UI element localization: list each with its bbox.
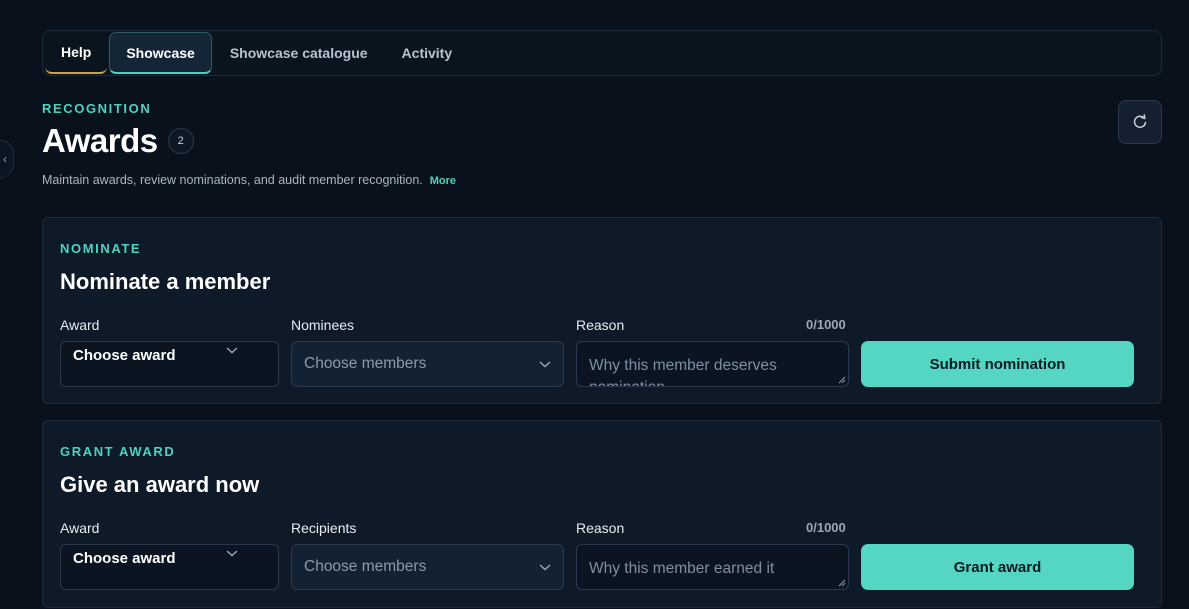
nominees-placeholder: Choose members <box>304 355 427 372</box>
nominate-award-label: Award <box>60 317 100 333</box>
nominate-eyebrow: NOMINATE <box>60 241 142 256</box>
grant-title: Give an award now <box>60 472 260 497</box>
nominees-select[interactable]: Choose members <box>291 341 564 387</box>
page-title: Awards <box>42 122 158 159</box>
chevron-left-icon: ‹ <box>3 152 7 166</box>
recipients-select[interactable]: Choose members <box>291 544 564 590</box>
grant-award-value: Choose award <box>73 550 176 567</box>
tab-showcase-catalogue[interactable]: Showcase catalogue <box>214 32 384 74</box>
nominees-label: Nominees <box>291 317 355 333</box>
sidebar-collapse-handle[interactable]: ‹ <box>0 140 14 178</box>
page-eyebrow: RECOGNITION <box>42 101 152 116</box>
grant-reason-textarea[interactable]: Why this member earned it <box>576 544 849 590</box>
page-title-row: Awards 2 <box>42 122 194 160</box>
grant-eyebrow: GRANT AWARD <box>60 444 176 459</box>
nominate-reason-placeholder: Why this member deserves nomination <box>589 357 777 386</box>
tab-help[interactable]: Help <box>45 32 108 74</box>
nominate-award-value: Choose award <box>73 347 176 364</box>
grant-award-card: GRANT AWARD Give an award now Award Reci… <box>42 420 1162 608</box>
resize-grip-icon[interactable] <box>838 579 846 587</box>
tab-activity[interactable]: Activity <box>386 32 469 74</box>
recipients-placeholder: Choose members <box>304 558 427 575</box>
recipients-label: Recipients <box>291 520 357 536</box>
submit-nomination-button[interactable]: Submit nomination <box>861 341 1134 387</box>
page-description: Maintain awards, review nominations, and… <box>42 173 423 187</box>
tab-showcase[interactable]: Showcase <box>109 32 212 74</box>
nominate-reason-counter: 0/1000 <box>806 317 846 332</box>
chevron-down-icon <box>226 347 238 354</box>
refresh-icon <box>1133 114 1147 128</box>
grant-reason-counter: 0/1000 <box>806 520 846 535</box>
more-link[interactable]: More <box>430 175 456 187</box>
nominate-card: NOMINATE Nominate a member Award Nominee… <box>42 217 1162 404</box>
resize-grip-icon[interactable] <box>838 376 846 384</box>
chevron-down-icon <box>226 550 238 557</box>
tab-bar: Help Showcase Showcase catalogue Activit… <box>42 30 1162 76</box>
nominate-reason-label: Reason <box>576 317 625 333</box>
page-subtitle: Maintain awards, review nominations, and… <box>42 173 456 187</box>
grant-award-select[interactable]: Choose award <box>60 544 279 590</box>
count-badge: 2 <box>167 128 194 154</box>
grant-award-button[interactable]: Grant award <box>861 544 1134 590</box>
nominate-reason-textarea[interactable]: Why this member deserves nomination <box>576 341 849 387</box>
chevron-down-icon <box>539 361 551 368</box>
nominate-award-select[interactable]: Choose award <box>60 341 279 387</box>
nominate-title: Nominate a member <box>60 269 271 294</box>
grant-award-label: Award <box>60 520 100 536</box>
grant-reason-placeholder: Why this member earned it <box>589 560 775 577</box>
chevron-down-icon <box>539 564 551 571</box>
refresh-button[interactable] <box>1118 100 1162 144</box>
grant-reason-label: Reason <box>576 520 625 536</box>
